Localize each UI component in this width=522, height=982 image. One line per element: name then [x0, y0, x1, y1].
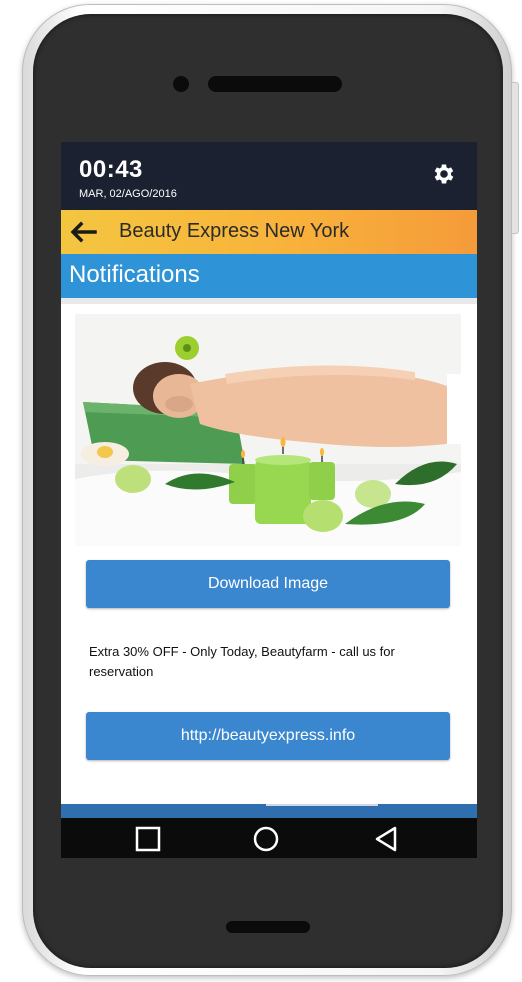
website-link-button[interactable]: http://beautyexpress.info: [86, 712, 450, 760]
square-icon[interactable]: [133, 824, 163, 854]
notification-card: Download Image Extra 30% OFF - Only Toda…: [61, 304, 477, 804]
phone-screen: 00:43 MAR, 02/AGO/2016 Beauty Express Ne…: [61, 142, 477, 858]
section-title: Notifications: [69, 261, 200, 288]
app-title: Beauty Express New York: [119, 220, 350, 242]
triangle-back-icon[interactable]: [371, 824, 401, 854]
section-header: Notifications: [61, 254, 477, 298]
status-bar: 00:43 MAR, 02/AGO/2016: [61, 142, 477, 210]
phone-side-button: [512, 82, 519, 234]
download-image-button[interactable]: Download Image: [86, 560, 450, 608]
arrow-left-icon[interactable]: [69, 220, 97, 244]
circle-icon[interactable]: [251, 824, 281, 854]
navigation-bar: [61, 818, 477, 858]
spa-massage-image: [75, 314, 461, 546]
date: MAR, 02/AGO/2016: [79, 188, 177, 200]
gear-icon[interactable]: [431, 161, 457, 187]
bottom-strip: [61, 804, 477, 818]
bottom-speaker-slot: [226, 921, 310, 933]
app-title-bar: Beauty Express New York: [61, 210, 477, 254]
notifications-list: Download Image Extra 30% OFF - Only Toda…: [61, 298, 477, 804]
notification-message: Extra 30% OFF - Only Today, Beautyfarm -…: [89, 644, 395, 679]
clock: 00:43: [79, 156, 143, 183]
earpiece-speaker: [208, 76, 342, 92]
scroll-indicator: [266, 804, 378, 806]
front-camera: [173, 76, 189, 92]
